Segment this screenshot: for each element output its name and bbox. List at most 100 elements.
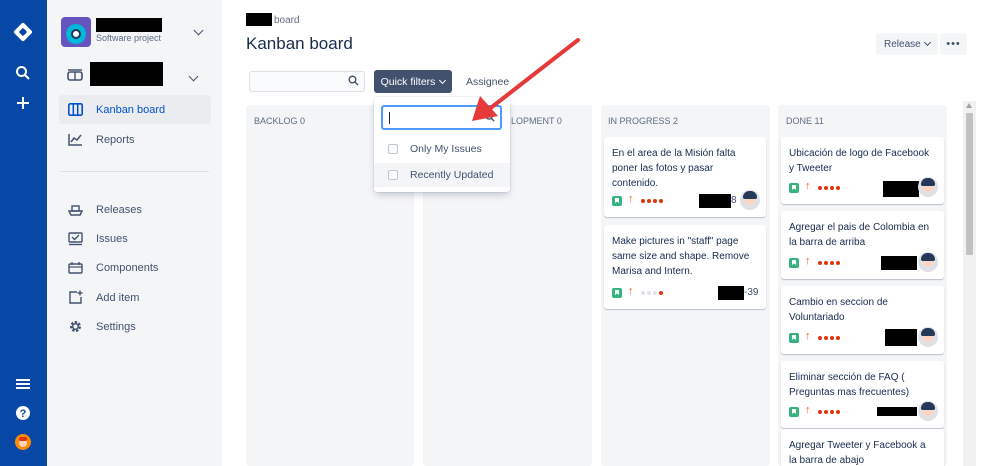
board-scrollbar[interactable] <box>963 101 976 466</box>
board-icon <box>67 102 83 118</box>
filter-option-recently-updated[interactable]: Recently Updated <box>374 163 510 187</box>
menu-icon[interactable] <box>12 373 34 395</box>
priority-high-icon: ↑ <box>805 404 811 416</box>
global-nav: ? <box>0 0 47 466</box>
sidebar-item-issues[interactable]: Issues <box>59 224 211 253</box>
card-summary: Cambio en seccion de Voluntariado <box>789 297 888 323</box>
sidebar-item-label: Reports <box>96 133 135 146</box>
quick-filters-label: Quick filters <box>380 75 436 88</box>
redacted-issue-key <box>883 181 919 197</box>
sidebar-item-reports[interactable]: Reports <box>59 125 211 154</box>
issues-icon <box>67 231 83 247</box>
checkbox[interactable] <box>388 170 398 180</box>
sidebar-item-label: Releases <box>96 203 142 216</box>
assignee-avatar[interactable] <box>918 327 938 347</box>
board-chevron-down-icon[interactable] <box>188 71 199 82</box>
project-avatar[interactable] <box>61 17 91 47</box>
story-icon <box>789 407 799 417</box>
filter-option-only-my-issues[interactable]: Only My Issues <box>374 137 510 161</box>
estimate-dots <box>818 186 840 190</box>
assignee-filter[interactable]: Assignee <box>466 76 509 88</box>
page-title: Kanban board <box>246 34 353 53</box>
quick-filters-search-input[interactable] <box>381 105 502 130</box>
filter-option-label: Recently Updated <box>410 169 494 181</box>
redacted-board-name <box>90 62 163 86</box>
column-header: LOPMENT 0 <box>511 116 562 126</box>
estimate-dots <box>818 336 840 340</box>
project-sidebar: Software project Kanban board Reports Re… <box>47 0 222 466</box>
issue-card[interactable]: Ubicación de logo de Facebook y Tweeter … <box>781 137 944 204</box>
search-icon[interactable] <box>12 62 34 84</box>
story-icon <box>789 333 799 343</box>
story-icon <box>789 258 799 268</box>
issue-card[interactable]: Eliminar sección de FAQ ( Preguntas mas … <box>781 361 944 428</box>
column-in-progress: IN PROGRESS 2 En el area de la Misión fa… <box>601 105 770 466</box>
priority-high-icon: ↑ <box>805 330 811 342</box>
story-icon <box>789 183 799 193</box>
ship-icon <box>67 202 83 218</box>
search-icon <box>485 112 495 125</box>
jira-logo-icon[interactable] <box>12 21 34 43</box>
sidebar-item-kanban-board[interactable]: Kanban board <box>59 95 211 124</box>
assignee-avatar[interactable] <box>918 252 938 272</box>
breadcrumb[interactable]: board <box>274 15 300 26</box>
svg-text:?: ? <box>20 408 27 420</box>
estimate-dots <box>818 410 840 414</box>
issue-card[interactable]: Cambio en seccion de Voluntariado ↑ <box>781 286 944 354</box>
checkbox[interactable] <box>388 144 398 154</box>
sidebar-item-components[interactable]: Components <box>59 253 211 282</box>
story-icon <box>612 288 622 298</box>
gear-icon <box>67 319 83 335</box>
issue-card[interactable]: Make pictures in "staff" page same size … <box>604 225 766 309</box>
issue-card[interactable]: En el area de la Misión falta poner las … <box>604 137 766 217</box>
quick-filters-dropdown: Only My Issues Recently Updated <box>374 97 510 192</box>
column-done: DONE 11 Ubicación de logo de Facebook y … <box>778 105 947 466</box>
column-header: DONE 11 <box>786 116 824 126</box>
user-avatar-icon[interactable] <box>12 431 34 453</box>
priority-high-icon: ↑ <box>805 180 811 192</box>
assignee-avatar[interactable] <box>918 401 938 421</box>
assignee-avatar[interactable] <box>918 177 938 197</box>
story-icon <box>612 196 622 206</box>
redacted-issue-key <box>885 329 917 346</box>
more-actions-button[interactable]: ••• <box>940 33 967 55</box>
add-item-icon <box>67 290 83 306</box>
scrollbar-thumb[interactable] <box>966 113 973 255</box>
components-icon <box>67 260 83 276</box>
quick-filters-button[interactable]: Quick filters <box>374 70 452 93</box>
chart-icon <box>67 132 83 148</box>
issue-card[interactable]: Agregar el pais de Colombia en la barra … <box>781 211 944 279</box>
board-switcher-icon[interactable] <box>67 69 83 86</box>
redacted-issue-key <box>718 286 744 300</box>
sidebar-item-add-item[interactable]: Add item <box>59 283 211 312</box>
sidebar-item-label: Kanban board <box>96 103 166 116</box>
chevron-down-icon <box>439 76 447 84</box>
project-chevron-down-icon[interactable] <box>193 25 204 36</box>
scroll-up-arrow-icon[interactable] <box>966 103 972 108</box>
filter-option-label: Only My Issues <box>410 143 482 155</box>
estimate-dots <box>818 261 840 265</box>
card-summary: Eliminar sección de FAQ ( Preguntas mas … <box>789 372 910 398</box>
redacted-breadcrumb <box>246 13 272 26</box>
text-cursor <box>389 112 390 124</box>
sidebar-item-releases[interactable]: Releases <box>59 195 211 224</box>
issue-card[interactable]: Agregar Tweeter y Facebook a la barra de… <box>781 429 944 466</box>
help-icon[interactable]: ? <box>12 402 34 424</box>
sidebar-item-label: Settings <box>96 320 136 333</box>
sidebar-item-label: Components <box>96 261 159 274</box>
redacted-issue-key <box>877 407 917 416</box>
assignee-avatar[interactable] <box>740 190 760 210</box>
release-button[interactable]: Release <box>876 33 938 55</box>
column-header: IN PROGRESS 2 <box>608 116 679 126</box>
board-search-input[interactable] <box>249 71 365 92</box>
card-summary: Agregar Tweeter y Facebook a la barra de… <box>789 440 926 466</box>
priority-high-icon: ↑ <box>628 193 634 205</box>
sidebar-item-label: Issues <box>96 232 128 245</box>
sidebar-divider <box>61 171 209 172</box>
chevron-down-icon <box>923 38 931 47</box>
create-plus-icon[interactable] <box>12 92 34 114</box>
sidebar-item-label: Add item <box>96 291 140 304</box>
redacted-project-name <box>96 18 162 32</box>
issue-key: 8 <box>731 195 737 206</box>
sidebar-item-settings[interactable]: Settings <box>59 312 211 341</box>
